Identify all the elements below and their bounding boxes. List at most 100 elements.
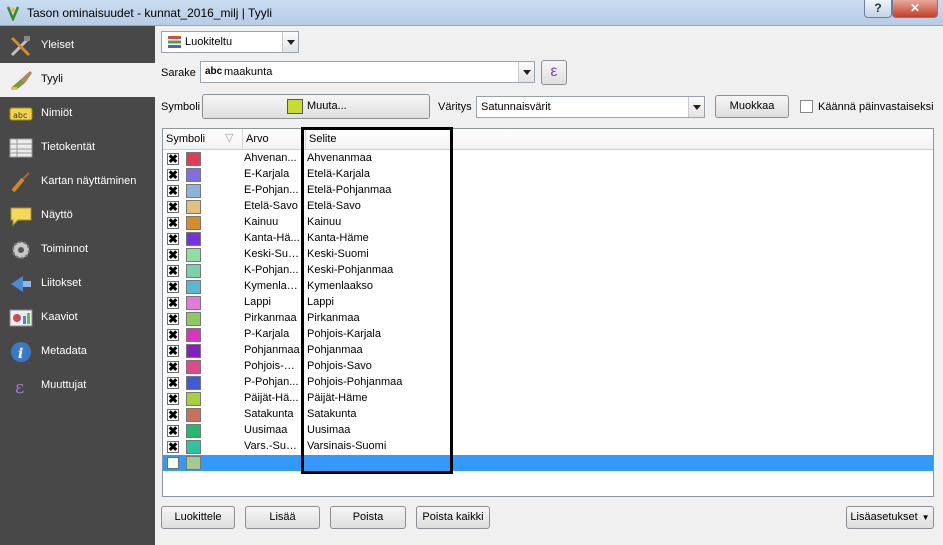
table-row[interactable]: ✖ E-Pohjan... Etelä-Pohjanmaa (163, 183, 933, 199)
category-legend[interactable]: Etelä-Pohjanmaa (307, 184, 391, 196)
category-value[interactable]: Satakunta (244, 408, 300, 420)
sidebar-item-naytto[interactable]: Näyttö (0, 199, 155, 233)
category-value[interactable]: Ahvenan... (244, 152, 300, 164)
table-row[interactable]: ✖ Etelä-Savo Etelä-Savo (163, 199, 933, 215)
table-row[interactable]: ✖ P-Karjala Pohjois-Karjala (163, 327, 933, 343)
sidebar-item-tietokentat[interactable]: Tietokentät (0, 131, 155, 165)
table-row[interactable]: ✖ Pohjois-S... Pohjois-Savo (163, 359, 933, 375)
sidebar-item-tyyli[interactable]: Tyyli (0, 63, 155, 97)
symbol-swatch[interactable] (186, 232, 201, 246)
category-value[interactable]: Etelä-Savo (244, 200, 300, 212)
category-value[interactable]: E-Pohjan... (244, 184, 300, 196)
category-value[interactable]: Uusimaa (244, 424, 300, 436)
remove-button[interactable]: Poista (330, 506, 406, 529)
edit-ramp-button[interactable]: Muokkaa (715, 95, 789, 118)
row-visibility-checkbox[interactable]: ✖ (167, 265, 179, 277)
categories-table[interactable]: Symboli ▽ Arvo Selite ✖ Ahvenan... Ahvenanm… (162, 128, 934, 497)
row-visibility-checkbox[interactable]: ✖ (167, 377, 179, 389)
table-row[interactable]: ✖ Satakunta Satakunta (163, 407, 933, 423)
category-legend[interactable]: Etelä-Savo (307, 200, 361, 212)
advanced-button[interactable]: Lisäasetukset ▼ (846, 506, 934, 529)
sidebar-item-kartan-nayttaminen[interactable]: Kartan näyttäminen (0, 165, 155, 199)
table-row[interactable]: ✖ Pohjanmaa Pohjanmaa (163, 343, 933, 359)
row-visibility-checkbox[interactable]: ✖ (167, 313, 179, 325)
sidebar-item-nimiot[interactable]: abc Nimiöt (0, 97, 155, 131)
row-visibility-checkbox[interactable]: ✖ (167, 233, 179, 245)
table-row[interactable]: ✖ Kymenlaa... Kymenlaakso (163, 279, 933, 295)
category-legend[interactable]: Pirkanmaa (307, 312, 360, 324)
row-visibility-checkbox[interactable]: ✖ (167, 169, 179, 181)
row-visibility-checkbox[interactable]: ✖ (167, 185, 179, 197)
symbol-swatch[interactable] (186, 360, 201, 374)
table-row[interactable] (163, 455, 933, 471)
sidebar-item-yleiset[interactable]: Yleiset (0, 29, 155, 63)
table-row[interactable]: ✖ Vars.-Suomi Varsinais-Suomi (163, 439, 933, 455)
category-legend[interactable]: Päijät-Häme (307, 392, 368, 404)
row-visibility-checkbox[interactable]: ✖ (167, 441, 179, 453)
add-button[interactable]: Lisää (245, 506, 320, 529)
symbol-swatch[interactable] (186, 280, 201, 294)
row-visibility-checkbox[interactable]: ✖ (167, 281, 179, 293)
category-value[interactable]: Päijät-Hä... (244, 392, 300, 404)
category-legend[interactable]: Pohjois-Karjala (307, 328, 381, 340)
table-row[interactable]: ✖ Päijät-Hä... Päijät-Häme (163, 391, 933, 407)
category-value[interactable]: Kanta-Hä... (244, 232, 300, 244)
category-value[interactable]: Kymenlaa... (244, 280, 300, 292)
category-legend[interactable]: Etelä-Karjala (307, 168, 370, 180)
category-legend[interactable]: Pohjois-Savo (307, 360, 372, 372)
sidebar-item-muuttujat[interactable]: ε Muuttujat (0, 369, 155, 403)
symbol-swatch[interactable] (186, 184, 201, 198)
classify-button[interactable]: Luokittele (161, 506, 235, 529)
color-ramp-select[interactable]: Satunnaisvärit (476, 96, 705, 118)
sidebar-item-liitokset[interactable]: Liitokset (0, 267, 155, 301)
row-visibility-checkbox[interactable]: ✖ (167, 249, 179, 261)
table-row[interactable]: ✖ Uusimaa Uusimaa (163, 423, 933, 439)
category-value[interactable]: Pohjanmaa (244, 344, 300, 356)
row-visibility-checkbox[interactable]: ✖ (167, 329, 179, 341)
table-row[interactable]: ✖ Pirkanmaa Pirkanmaa (163, 311, 933, 327)
renderer-select[interactable]: Luokiteltu (161, 31, 299, 53)
row-visibility-checkbox[interactable]: ✖ (167, 425, 179, 437)
symbol-swatch[interactable] (186, 200, 201, 214)
category-legend[interactable]: Kymenlaakso (307, 280, 373, 292)
row-visibility-checkbox[interactable]: ✖ (167, 345, 179, 357)
symbol-swatch[interactable] (186, 424, 201, 438)
category-legend[interactable]: Ahvenanmaa (307, 152, 372, 164)
sidebar-item-metadata[interactable]: i Metadata (0, 335, 155, 369)
category-legend[interactable]: Satakunta (307, 408, 357, 420)
symbol-swatch[interactable] (186, 296, 201, 310)
row-visibility-checkbox[interactable]: ✖ (167, 201, 179, 213)
category-legend[interactable]: Kanta-Häme (307, 232, 369, 244)
category-legend[interactable]: Pohjanmaa (307, 344, 363, 356)
category-legend[interactable]: Kainuu (307, 216, 341, 228)
table-row[interactable]: ✖ Keski-Suomi Keski-Suomi (163, 247, 933, 263)
category-value[interactable]: Vars.-Suomi (244, 440, 300, 452)
symbol-swatch[interactable] (186, 440, 201, 454)
category-value[interactable]: Pohjois-S... (244, 360, 300, 372)
table-row[interactable]: ✖ Lappi Lappi (163, 295, 933, 311)
row-visibility-checkbox[interactable]: ✖ (167, 361, 179, 373)
expression-button[interactable]: ε (541, 60, 567, 85)
row-visibility-checkbox[interactable]: ✖ (167, 153, 179, 165)
table-row[interactable]: ✖ Ahvenan... Ahvenanmaa (163, 151, 933, 167)
sidebar-item-toiminnot[interactable]: Toiminnot (0, 233, 155, 267)
category-legend[interactable]: Pohjois-Pohjanmaa (307, 376, 402, 388)
category-value[interactable]: Pirkanmaa (244, 312, 300, 324)
symbol-swatch[interactable] (186, 376, 201, 390)
category-value[interactable]: P-Karjala (244, 328, 300, 340)
table-row[interactable]: ✖ K-Pohjan... Keski-Pohjanmaa (163, 263, 933, 279)
row-visibility-checkbox[interactable]: ✖ (167, 217, 179, 229)
symbol-swatch[interactable] (186, 168, 201, 182)
category-legend[interactable]: Keski-Suomi (307, 248, 369, 260)
table-row[interactable]: ✖ Kainuu Kainuu (163, 215, 933, 231)
row-visibility-checkbox[interactable] (167, 457, 179, 469)
symbol-swatch[interactable] (186, 456, 201, 470)
sidebar-item-kaaviot[interactable]: Kaaviot (0, 301, 155, 335)
symbol-swatch[interactable] (186, 408, 201, 422)
symbol-swatch[interactable] (186, 328, 201, 342)
close-button[interactable]: ✕ (892, 0, 938, 18)
column-select[interactable]: abc maakunta (200, 61, 535, 83)
symbol-swatch[interactable] (186, 344, 201, 358)
category-value[interactable]: K-Pohjan... (244, 264, 300, 276)
symbol-swatch[interactable] (186, 392, 201, 406)
